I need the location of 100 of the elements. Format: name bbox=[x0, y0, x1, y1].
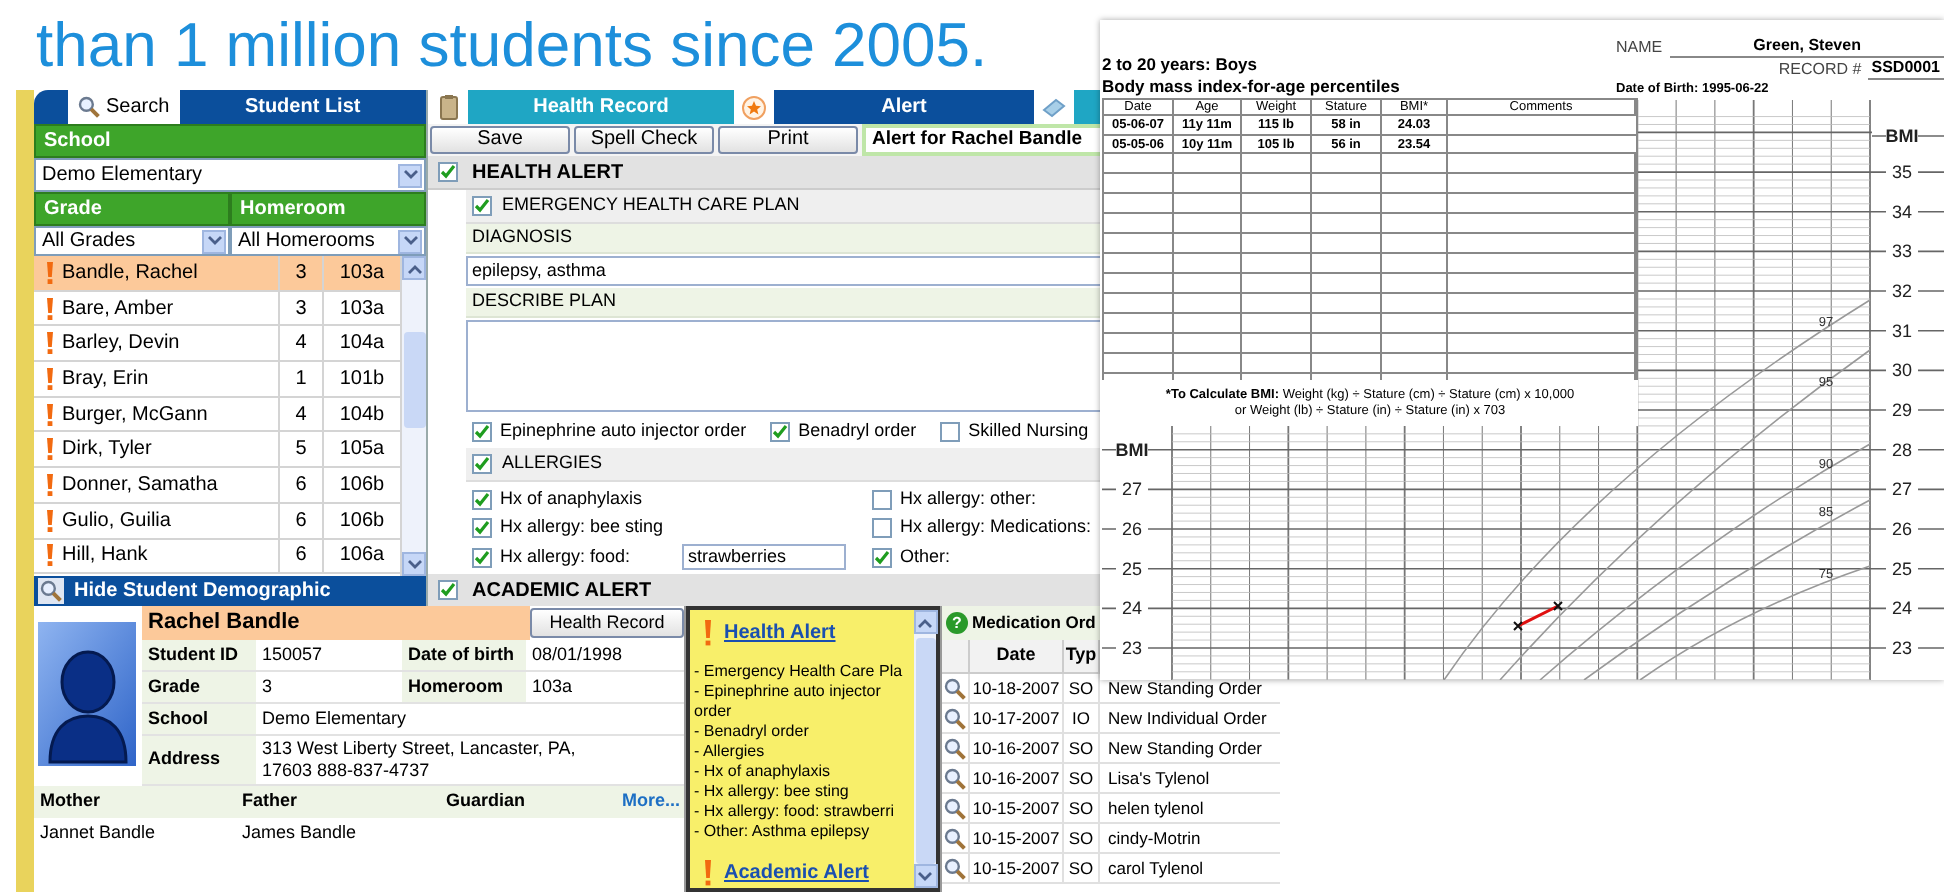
dropdown-button[interactable] bbox=[398, 163, 422, 187]
grade-cell: 6 bbox=[280, 468, 324, 502]
checkbox[interactable] bbox=[770, 421, 791, 441]
dropdown[interactable]: All Homerooms bbox=[230, 226, 426, 256]
list-row[interactable]: Bandle, Rachel 3 103a bbox=[34, 256, 400, 292]
checkbox[interactable] bbox=[472, 547, 492, 567]
table-cell: SO bbox=[1062, 824, 1098, 852]
input-field[interactable]: strawberries bbox=[682, 544, 846, 570]
checkbox-label: Benadryl order bbox=[798, 417, 917, 444]
field-label: Grade bbox=[142, 672, 256, 702]
grade-cell: 5 bbox=[280, 432, 324, 467]
scroll-up-button[interactable] bbox=[402, 256, 426, 280]
checkbox[interactable] bbox=[437, 580, 457, 600]
alert-item: - Hx allergy: bee sting bbox=[694, 782, 851, 802]
student-name: Hill, Hank bbox=[62, 542, 148, 571]
table-cell: cindy-Motrin bbox=[1098, 824, 1280, 852]
search-icon bbox=[944, 767, 966, 789]
exclamation-icon bbox=[46, 403, 54, 426]
dropdown-button[interactable] bbox=[398, 229, 422, 253]
scroll-up-button[interactable] bbox=[913, 610, 937, 634]
checkbox-label: Hx allergy: bee sting bbox=[500, 514, 666, 541]
subsection-title: ALLERGIES bbox=[502, 450, 603, 477]
dropdown[interactable]: All Grades bbox=[34, 226, 230, 256]
scroll-down-button[interactable] bbox=[402, 552, 426, 576]
student-name: Gulio, Guilia bbox=[62, 507, 171, 536]
scroll-down-button[interactable] bbox=[913, 864, 937, 888]
chevron-up-icon bbox=[918, 617, 932, 627]
health-record-button[interactable]: Health Record bbox=[530, 608, 684, 638]
toolbar-button[interactable]: Print bbox=[718, 126, 858, 154]
room-cell-text: 106a bbox=[337, 542, 387, 571]
list-row[interactable]: Donner, Samatha 6 106b bbox=[34, 468, 400, 504]
alert-item: - Hx allergy: food: strawberri bbox=[694, 802, 897, 822]
subsection-title: EMERGENCY HEALTH CARE PLAN bbox=[502, 192, 800, 219]
grade-cell: 3 bbox=[280, 291, 324, 325]
chevron-down-icon bbox=[407, 559, 421, 569]
axis-tick-label: 33 bbox=[1892, 241, 1912, 262]
search-icon bbox=[944, 797, 966, 819]
list-row[interactable]: Bray, Erin 1 101b bbox=[34, 362, 400, 398]
help-icon[interactable]: ? bbox=[946, 612, 968, 634]
list-row[interactable]: Barley, Devin 4 104a bbox=[34, 326, 400, 363]
alert-item: - Emergency Health Care Pla bbox=[694, 662, 905, 682]
scrollbar-thumb[interactable] bbox=[915, 638, 935, 864]
alert-link[interactable]: Academic Alert bbox=[724, 858, 869, 888]
table-cell: 10-17-2007 bbox=[968, 704, 1062, 732]
exclamation-icon bbox=[704, 860, 712, 886]
list-row[interactable]: Burger, McGann 4 104b bbox=[34, 397, 400, 433]
chevron-down-icon bbox=[918, 871, 932, 881]
checkbox[interactable] bbox=[472, 196, 492, 216]
checkbox[interactable] bbox=[872, 489, 892, 509]
avatar bbox=[38, 622, 136, 766]
checkbox[interactable] bbox=[940, 421, 961, 441]
more-link[interactable]: More... bbox=[622, 788, 687, 816]
exclamation-icon bbox=[46, 332, 54, 355]
field-value: 3 bbox=[260, 674, 275, 700]
axis-tick-label: 25 bbox=[1892, 558, 1912, 579]
exclamation-icon bbox=[46, 544, 54, 567]
search-icon bbox=[40, 580, 62, 602]
table-cell: IO bbox=[1062, 704, 1098, 732]
table-cell: New Standing Order bbox=[1098, 734, 1280, 762]
checkbox[interactable] bbox=[472, 518, 492, 538]
axis-tick-label: 35 bbox=[1892, 162, 1912, 183]
chevron-down-icon bbox=[403, 170, 417, 180]
checkbox-label: Hx allergy: other: bbox=[900, 485, 1039, 512]
student-name: Bray, Erin bbox=[62, 365, 149, 394]
toolbar-button[interactable]: Spell Check bbox=[574, 126, 714, 154]
table-cell: SO bbox=[1062, 674, 1098, 702]
list-row[interactable]: Gulio, Guilia 6 106b bbox=[34, 503, 400, 539]
toolbar-button[interactable]: Save bbox=[430, 126, 570, 154]
field-label: Homeroom bbox=[402, 672, 526, 702]
room-cell-text: 106b bbox=[337, 507, 387, 536]
toggle-button[interactable]: Hide Student Demographic bbox=[34, 576, 426, 606]
scrollbar-thumb[interactable] bbox=[403, 332, 425, 428]
table-cell-text: James Bandle bbox=[242, 820, 359, 847]
dropdown-button[interactable] bbox=[202, 229, 226, 253]
tab[interactable]: Search bbox=[68, 90, 180, 124]
room-cell-text: 106b bbox=[337, 471, 387, 500]
chart-title: 2 to 20 years: Boys bbox=[1102, 54, 1259, 76]
axis-tick-label: 27 bbox=[1122, 479, 1142, 500]
student-name: Bare, Amber bbox=[62, 295, 174, 324]
alert-link[interactable]: Health Alert bbox=[724, 618, 836, 648]
list-row[interactable]: Dirk, Tyler 5 105a bbox=[34, 432, 400, 469]
exclamation-icon bbox=[46, 367, 54, 390]
list-row[interactable]: Hill, Hank 6 106a bbox=[34, 539, 400, 575]
checkbox[interactable] bbox=[472, 421, 492, 441]
list-row[interactable]: Bare, Amber 3 103a bbox=[34, 291, 400, 327]
column-header: Grade bbox=[34, 192, 230, 226]
tab[interactable]: Alert bbox=[774, 90, 1034, 124]
column-header: Date bbox=[968, 640, 1062, 672]
checkbox[interactable] bbox=[472, 454, 492, 474]
axis-tick-label: 24 bbox=[1892, 598, 1912, 619]
dropdown[interactable]: Demo Elementary bbox=[34, 158, 426, 192]
checkbox[interactable] bbox=[437, 162, 457, 182]
checkbox[interactable] bbox=[472, 489, 492, 509]
axis-tick-label: 29 bbox=[1892, 400, 1912, 421]
checkbox[interactable] bbox=[872, 518, 892, 538]
exclamation-icon bbox=[46, 438, 54, 461]
student-name: Donner, Samatha bbox=[62, 471, 218, 500]
field-label: School bbox=[142, 704, 256, 734]
checkbox[interactable] bbox=[872, 547, 892, 567]
field-value: SSD0001 bbox=[1867, 58, 1944, 80]
